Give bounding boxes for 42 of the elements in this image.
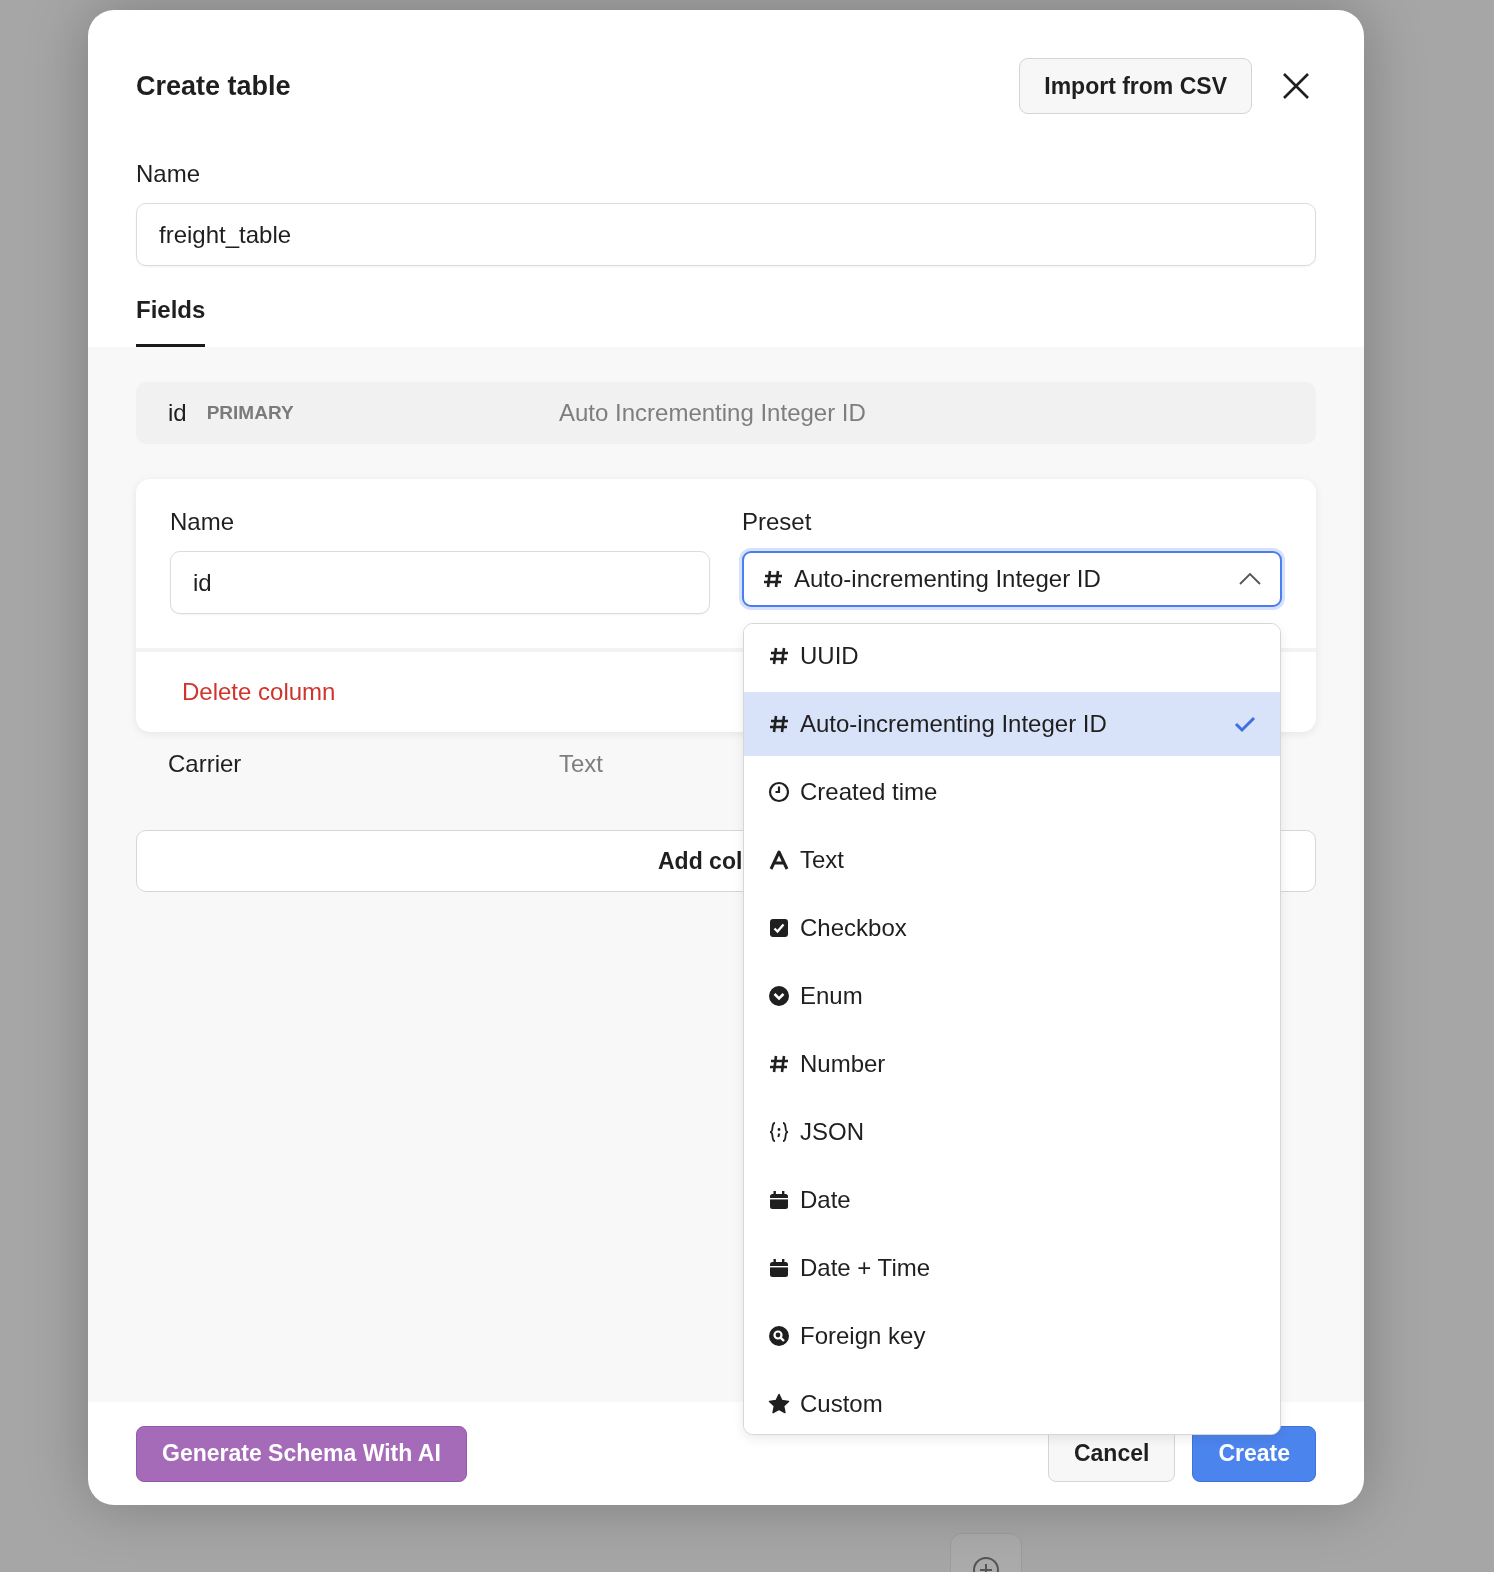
generate-schema-button[interactable]: Generate Schema With AI (136, 1425, 467, 1482)
field-label: Name (170, 507, 236, 537)
dropdown-item[interactable]: Date + Time (744, 1236, 1280, 1300)
name-input[interactable]: freight_table (136, 203, 1316, 266)
dropdown-item[interactable]: Enum (744, 964, 1280, 1028)
hash-icon (768, 1053, 790, 1075)
column-name-input[interactable]: id (170, 551, 710, 614)
search-circle-icon (768, 1325, 790, 1347)
clock-icon (768, 781, 790, 803)
dropdown-item[interactable]: Number (744, 1032, 1280, 1096)
dialog-title: Create table (136, 69, 291, 103)
dropdown-item[interactable]: Checkbox (744, 896, 1280, 960)
field-name: Carrier (168, 749, 242, 779)
primary-label: PRIMARY (206, 400, 294, 425)
dropdown-item[interactable]: Created time (744, 760, 1280, 824)
dropdown-item[interactable]: JSON (744, 1100, 1280, 1164)
dropdown-item[interactable]: Custom (744, 1372, 1280, 1434)
checkbox-icon (768, 917, 790, 939)
hash-icon (768, 713, 790, 735)
preset-select[interactable]: Auto-incrementing Integer ID (742, 551, 1282, 607)
field-name: id (168, 398, 187, 428)
dropdown-item[interactable]: Text (744, 828, 1280, 892)
field-type: Text (559, 749, 603, 779)
field-type: Auto Incrementing Integer ID (559, 398, 866, 428)
delete-column-link[interactable]: Delete column (182, 674, 336, 710)
check-icon (1234, 715, 1256, 733)
import-button[interactable]: Import from CSV (1019, 58, 1252, 114)
hash-icon (762, 568, 784, 590)
dropdown-item[interactable]: Auto-incrementing Integer ID (744, 692, 1280, 756)
braces-icon (768, 1121, 790, 1143)
chevron-circle-icon (768, 985, 790, 1007)
dropdown-item[interactable]: UUID (744, 624, 1280, 688)
dropdown-item[interactable]: Foreign key (744, 1304, 1280, 1368)
field-label: Preset (742, 507, 813, 537)
calendar-icon (768, 1257, 790, 1279)
calendar-icon (768, 1189, 790, 1211)
hash-icon (768, 645, 790, 667)
close-icon (1282, 72, 1310, 100)
letter-icon (768, 849, 790, 871)
dropdown-item[interactable]: Date (744, 1168, 1280, 1232)
star-icon (768, 1393, 790, 1415)
field-label: Name (136, 159, 202, 189)
